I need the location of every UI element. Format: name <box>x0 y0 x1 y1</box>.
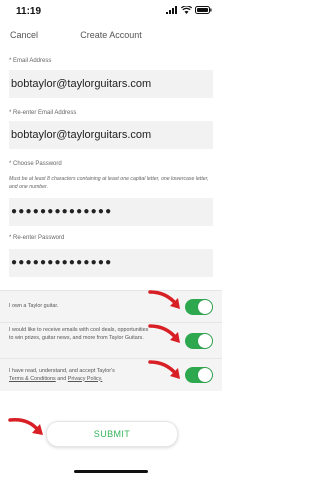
cancel-button[interactable]: Cancel <box>10 30 38 40</box>
password-label: * Choose Password <box>9 161 62 167</box>
arrow-icon <box>148 324 180 343</box>
terms-label: I have read, understand, and accept Tayl… <box>9 368 149 383</box>
home-indicator <box>74 470 148 473</box>
toggle-knob <box>198 300 212 314</box>
terms-prefix: I have read, understand, and accept Tayl… <box>9 368 115 374</box>
privacy-link[interactable]: Privacy Policy. <box>68 376 103 382</box>
emails-row: I would like to receive emails with cool… <box>0 322 222 359</box>
own-guitar-toggle[interactable] <box>185 299 213 315</box>
toggle-knob <box>198 334 212 348</box>
terms-row: I have read, understand, and accept Tayl… <box>0 358 222 391</box>
repassword-field[interactable]: ●●●●●●●●●●●●●● <box>9 249 213 277</box>
wifi-icon <box>181 6 192 14</box>
arrow-icon <box>8 417 43 435</box>
status-icons <box>166 6 212 14</box>
own-guitar-label: I own a Taylor guitar. <box>9 303 59 309</box>
emails-toggle[interactable] <box>185 333 213 349</box>
password-field[interactable]: ●●●●●●●●●●●●●● <box>9 198 213 226</box>
emails-label: I would like to receive emails with cool… <box>9 327 149 341</box>
battery-icon <box>195 6 212 14</box>
own-guitar-row: I own a Taylor guitar. <box>0 290 222 323</box>
toggle-knob <box>198 368 212 382</box>
repassword-label: * Re-enter Password <box>9 235 65 241</box>
email-field[interactable]: bobtaylor@taylorguitars.com <box>9 70 213 98</box>
signal-icon <box>166 6 177 14</box>
email-label: * Email Address <box>9 58 52 64</box>
password-hint: Must be at least 8 characters containing… <box>9 176 209 190</box>
terms-toggle[interactable] <box>185 367 213 383</box>
arrow-icon <box>148 360 180 379</box>
status-time: 11:19 <box>16 6 42 17</box>
terms-and: and <box>57 375 67 382</box>
terms-link[interactable]: Terms & Conditions <box>9 376 56 382</box>
reemail-label: * Re-enter Email Address <box>9 110 77 116</box>
reemail-field[interactable]: bobtaylor@taylorguitars.com <box>9 121 213 149</box>
status-bar: 11:19 <box>0 0 222 22</box>
nav-bar: Create Account Cancel <box>0 24 222 48</box>
arrow-icon <box>148 290 180 309</box>
submit-button[interactable]: SUBMIT <box>46 421 178 447</box>
